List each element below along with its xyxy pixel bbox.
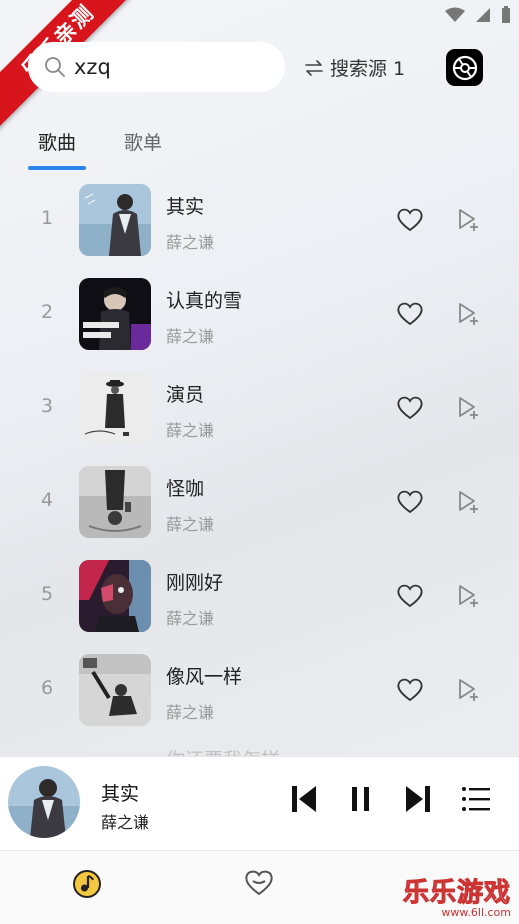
song-title: 认真的雪	[166, 290, 243, 312]
heart-outline-icon[interactable]	[396, 583, 424, 609]
heart-outline-icon[interactable]	[396, 677, 424, 703]
heart-outline-icon[interactable]	[396, 301, 424, 327]
app-logo-button[interactable]	[446, 49, 483, 86]
player-song-artist: 薛之谦	[101, 813, 150, 832]
watermark: 乐乐游戏 www.6ll.com	[400, 870, 519, 924]
heart-outline-icon[interactable]	[396, 395, 424, 421]
queue-list-icon[interactable]	[460, 783, 492, 815]
album-cover	[79, 560, 151, 632]
tab-indicator	[28, 166, 86, 170]
add-to-playlist-icon[interactable]	[456, 207, 482, 233]
song-row[interactable]: 3 演员 薛之谦	[0, 362, 519, 452]
swap-icon	[305, 59, 323, 76]
result-tabs: 歌曲 歌单	[0, 122, 519, 172]
song-title: 刚刚好	[166, 572, 224, 594]
song-artist: 薛之谦	[166, 609, 215, 628]
skip-next-icon[interactable]	[404, 783, 432, 815]
song-title: 演员	[166, 384, 205, 406]
add-to-playlist-icon[interactable]	[456, 395, 482, 421]
song-title: 其实	[166, 196, 205, 218]
song-index: 2	[40, 301, 54, 323]
status-icons	[445, 6, 511, 24]
skip-previous-icon[interactable]	[290, 783, 318, 815]
song-index: 6	[40, 677, 54, 699]
tab-playlists[interactable]: 歌单	[124, 128, 162, 155]
song-artist: 薛之谦	[166, 421, 215, 440]
song-row[interactable]: 2 认真的雪 薛之谦	[0, 268, 519, 358]
tab-songs[interactable]: 歌曲	[38, 128, 76, 155]
heart-nav-icon[interactable]	[244, 869, 274, 897]
album-cover	[79, 184, 151, 256]
album-cover	[79, 278, 151, 350]
song-artist: 薛之谦	[166, 515, 215, 534]
pause-icon[interactable]	[350, 783, 372, 815]
player-album-cover[interactable]	[8, 766, 80, 838]
song-title: 像风一样	[166, 666, 243, 688]
song-artist: 薛之谦	[166, 233, 215, 252]
wifi-icon	[445, 7, 465, 22]
add-to-playlist-icon[interactable]	[456, 489, 482, 515]
heart-outline-icon[interactable]	[396, 207, 424, 233]
song-index: 5	[40, 583, 54, 605]
player-song-title: 其实	[101, 783, 140, 805]
add-to-playlist-icon[interactable]	[456, 583, 482, 609]
heart-outline-icon[interactable]	[396, 489, 424, 515]
song-row[interactable]: 4 怪咖 薛之谦	[0, 456, 519, 546]
watermark-url: www.6ll.com	[441, 906, 511, 919]
search-input[interactable]: xzq	[74, 55, 111, 79]
album-cover	[79, 466, 151, 538]
watermark-text: 乐乐游戏	[402, 878, 511, 909]
song-artist: 薛之谦	[166, 703, 215, 722]
song-row[interactable]: 6 像风一样 薛之谦	[0, 644, 519, 734]
search-source-label: 搜索源 1	[330, 58, 406, 80]
search-source-button[interactable]: 搜索源 1	[304, 54, 405, 81]
battery-icon	[502, 6, 510, 23]
song-title: 怪咖	[166, 478, 205, 500]
album-cover	[79, 372, 151, 444]
search-icon	[45, 57, 65, 77]
mini-player[interactable]: 其实 薛之谦	[0, 756, 519, 850]
music-disc-icon[interactable]	[72, 869, 102, 899]
add-to-playlist-icon[interactable]	[456, 677, 482, 703]
search-bar[interactable]: xzq	[28, 42, 285, 92]
song-index: 3	[40, 395, 54, 417]
song-row[interactable]: 5 刚刚好 薛之谦	[0, 550, 519, 640]
song-row[interactable]: 1 其实 薛之谦	[0, 174, 519, 264]
song-index: 1	[40, 207, 54, 229]
song-index: 4	[40, 489, 54, 511]
album-cover	[79, 654, 151, 726]
signal-icon	[476, 8, 490, 22]
song-artist: 薛之谦	[166, 327, 215, 346]
app-logo-icon	[452, 55, 477, 80]
add-to-playlist-icon[interactable]	[456, 301, 482, 327]
